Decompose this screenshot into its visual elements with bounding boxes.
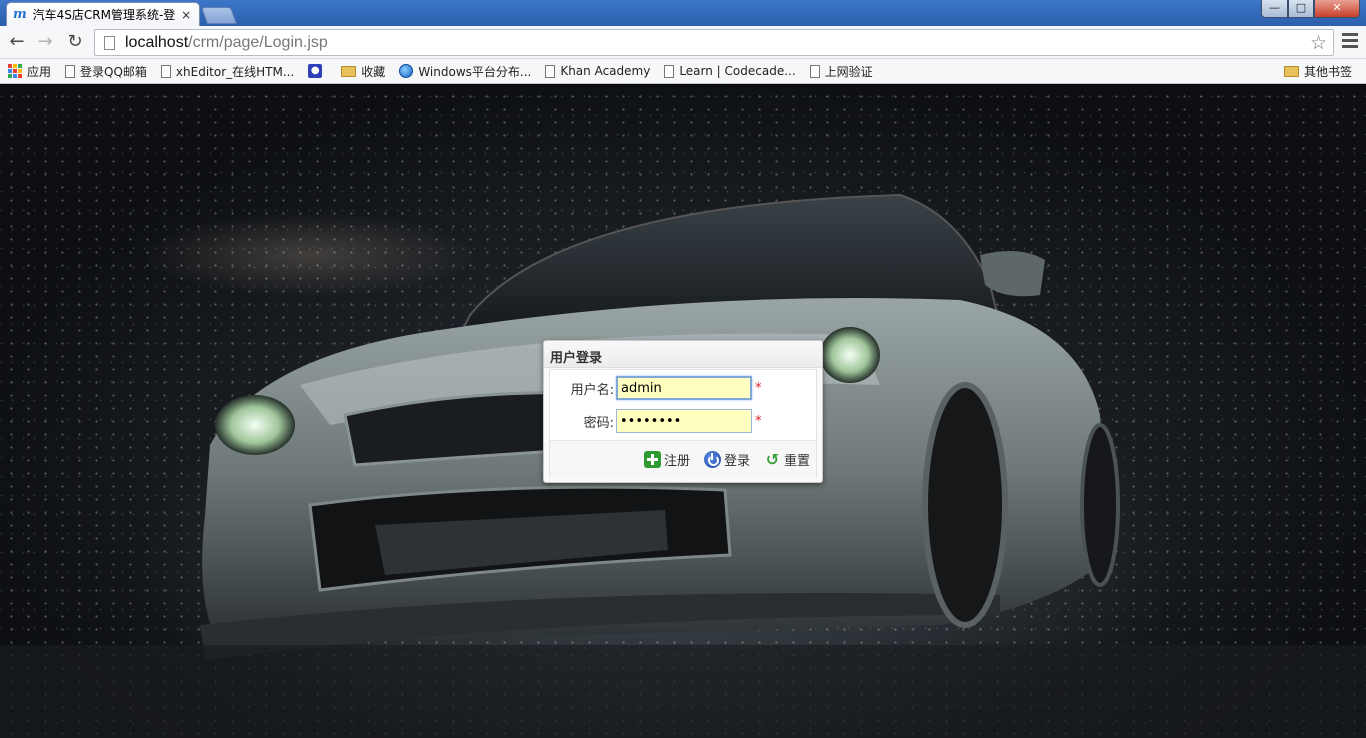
page-icon <box>65 64 76 78</box>
bookmark-baidu[interactable]: ● <box>308 64 327 78</box>
menu-icon[interactable] <box>1342 33 1358 51</box>
register-label: 注册 <box>663 454 690 469</box>
bookmarks-bar: 应用 登录QQ邮箱 xhEditor_在线HTM... ● 收藏 Windows… <box>0 59 1366 84</box>
tab-favicon-icon: m <box>13 6 27 22</box>
close-window-button[interactable]: ✕ <box>1314 0 1360 18</box>
power-icon <box>703 451 721 468</box>
apps-icon <box>8 64 22 78</box>
page-icon <box>160 64 171 78</box>
bookmark-label: Learn | Codecade... <box>679 64 796 78</box>
tab-close-icon[interactable]: × <box>179 8 193 22</box>
reset-button[interactable]: ↺ 重置 <box>764 450 810 469</box>
bookmark-label: 上网验证 <box>824 64 873 79</box>
bookmark-label: 收藏 <box>361 64 386 79</box>
back-arrow-icon[interactable]: ← <box>6 32 28 54</box>
browser-toolbar: ← → ↻ localhost/crm/page/Login.jsp ☆ <box>0 26 1366 59</box>
folder-icon <box>341 65 357 77</box>
bookmark-khan-academy[interactable]: Khan Academy <box>545 64 650 78</box>
username-required-mark: * <box>755 380 762 396</box>
password-input[interactable] <box>616 409 752 433</box>
password-required-mark: * <box>755 413 762 429</box>
bookmark-label: 登录QQ邮箱 <box>80 64 147 79</box>
bookmark-favorites-folder[interactable]: 收藏 <box>341 63 385 80</box>
maximize-button[interactable]: □ <box>1288 0 1314 18</box>
bookmark-label: xhEditor_在线HTM... <box>175 64 295 79</box>
globe-icon <box>399 64 414 78</box>
bookmark-net-verify[interactable]: 上网验证 <box>809 63 873 80</box>
login-button[interactable]: 登录 <box>703 450 750 469</box>
password-row: 密码: * <box>550 408 818 434</box>
login-form: 用户名: * 密码: * 注册 登录 ↺ 重置 <box>549 369 817 478</box>
bookmark-other-folder[interactable]: 其他书签 <box>1283 63 1352 80</box>
tab-title: 汽车4S店CRM管理系统-登 <box>32 8 176 22</box>
login-actions: 注册 登录 ↺ 重置 <box>550 440 816 478</box>
add-icon <box>643 451 661 468</box>
page-icon <box>104 35 115 50</box>
bookmark-windows[interactable]: Windows平台分布... <box>399 63 531 80</box>
bookmark-label: 应用 <box>27 64 52 79</box>
page-icon <box>664 64 675 78</box>
bookmark-label: Khan Academy <box>560 64 651 78</box>
bookmark-star-icon[interactable]: ☆ <box>1310 32 1327 54</box>
login-panel: 用户登录 用户名: * 密码: * 注册 登录 ↺ 重置 <box>543 340 823 483</box>
bookmark-qq-mail[interactable]: 登录QQ邮箱 <box>65 63 147 80</box>
page-icon <box>809 64 820 78</box>
new-tab-button[interactable] <box>200 7 238 24</box>
bookmark-codecademy[interactable]: Learn | Codecade... <box>664 64 796 78</box>
url-path: /crm/page/Login.jsp <box>188 33 328 51</box>
reset-label: 重置 <box>783 454 810 469</box>
bookmark-label: 其他书签 <box>1303 64 1352 79</box>
login-label: 登录 <box>723 454 750 469</box>
url-host: localhost <box>125 33 189 51</box>
browser-tab-active[interactable]: m 汽车4S店CRM管理系统-登 × <box>6 2 200 26</box>
password-label: 密码: <box>583 415 614 431</box>
address-bar[interactable]: localhost/crm/page/Login.jsp ☆ <box>94 29 1334 56</box>
login-panel-title: 用户登录 <box>544 341 822 368</box>
page-icon <box>545 64 556 78</box>
username-row: 用户名: * <box>550 375 818 401</box>
register-button[interactable]: 注册 <box>643 450 690 469</box>
browser-title-bar: m 汽车4S店CRM管理系统-登 × — □ ✕ <box>0 0 1366 26</box>
bookmark-xheditor[interactable]: xhEditor_在线HTM... <box>160 63 295 80</box>
bookmark-label: Windows平台分布... <box>418 64 532 79</box>
reload-icon[interactable]: ↻ <box>64 32 86 54</box>
minimize-button[interactable]: — <box>1261 0 1288 18</box>
folder-icon <box>1283 65 1299 77</box>
refresh-icon: ↺ <box>765 450 780 469</box>
url-text[interactable]: localhost/crm/page/Login.jsp <box>125 34 328 52</box>
forward-arrow-icon[interactable]: → <box>34 32 56 54</box>
username-label: 用户名: <box>570 382 614 398</box>
window-controls: — □ ✕ <box>1261 0 1360 18</box>
username-input[interactable] <box>616 376 752 400</box>
paw-icon: ● <box>308 64 323 78</box>
bookmark-apps[interactable]: 应用 <box>8 63 51 80</box>
